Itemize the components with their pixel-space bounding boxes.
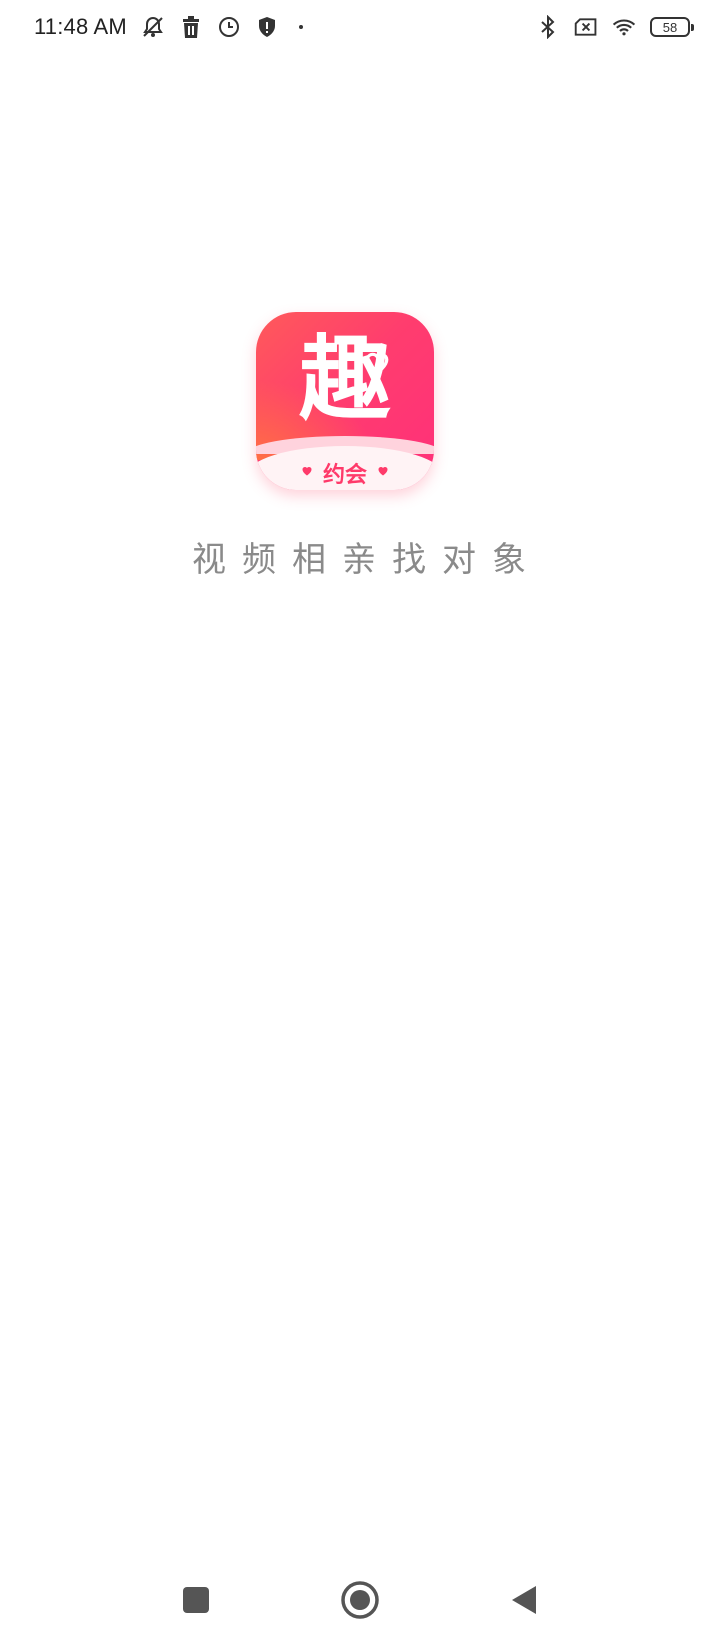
home-circle-icon bbox=[341, 1581, 379, 1619]
splash-screen: 11:48 AM 58 趣 约会 视频相亲找对象 bbox=[0, 0, 720, 1650]
navigation-bar bbox=[0, 1550, 720, 1650]
dot-icon bbox=[298, 25, 303, 29]
app-logo: 趣 约会 bbox=[256, 312, 434, 490]
status-bar-right: 58 bbox=[536, 15, 694, 39]
logo-ribbon: 约会 bbox=[256, 446, 434, 490]
logo-character: 趣 bbox=[298, 326, 391, 433]
logo-badge-text: 约会 bbox=[322, 463, 367, 488]
home-button[interactable] bbox=[338, 1578, 382, 1622]
battery-icon: 58 bbox=[650, 17, 694, 37]
bluetooth-icon bbox=[536, 15, 560, 39]
logo-heart-icon bbox=[365, 352, 389, 375]
recents-button[interactable] bbox=[174, 1578, 218, 1622]
status-time: 11:48 AM bbox=[34, 14, 127, 39]
back-triangle-icon bbox=[512, 1586, 536, 1614]
back-button[interactable] bbox=[502, 1578, 546, 1622]
clock-icon bbox=[217, 15, 241, 39]
heart-icon bbox=[302, 467, 312, 476]
sim-x-icon bbox=[574, 15, 598, 39]
notifications-off-icon bbox=[141, 15, 165, 39]
recents-square-icon bbox=[183, 1587, 209, 1613]
battery-level: 58 bbox=[662, 19, 678, 35]
wifi-icon bbox=[612, 15, 636, 39]
trash-icon bbox=[179, 15, 203, 39]
tagline: 视频相亲找对象 bbox=[192, 540, 542, 580]
heart-icon bbox=[378, 467, 388, 476]
status-bar-left: 11:48 AM bbox=[34, 14, 303, 40]
shield-icon bbox=[255, 15, 279, 39]
status-bar: 11:48 AM 58 bbox=[0, 0, 720, 54]
